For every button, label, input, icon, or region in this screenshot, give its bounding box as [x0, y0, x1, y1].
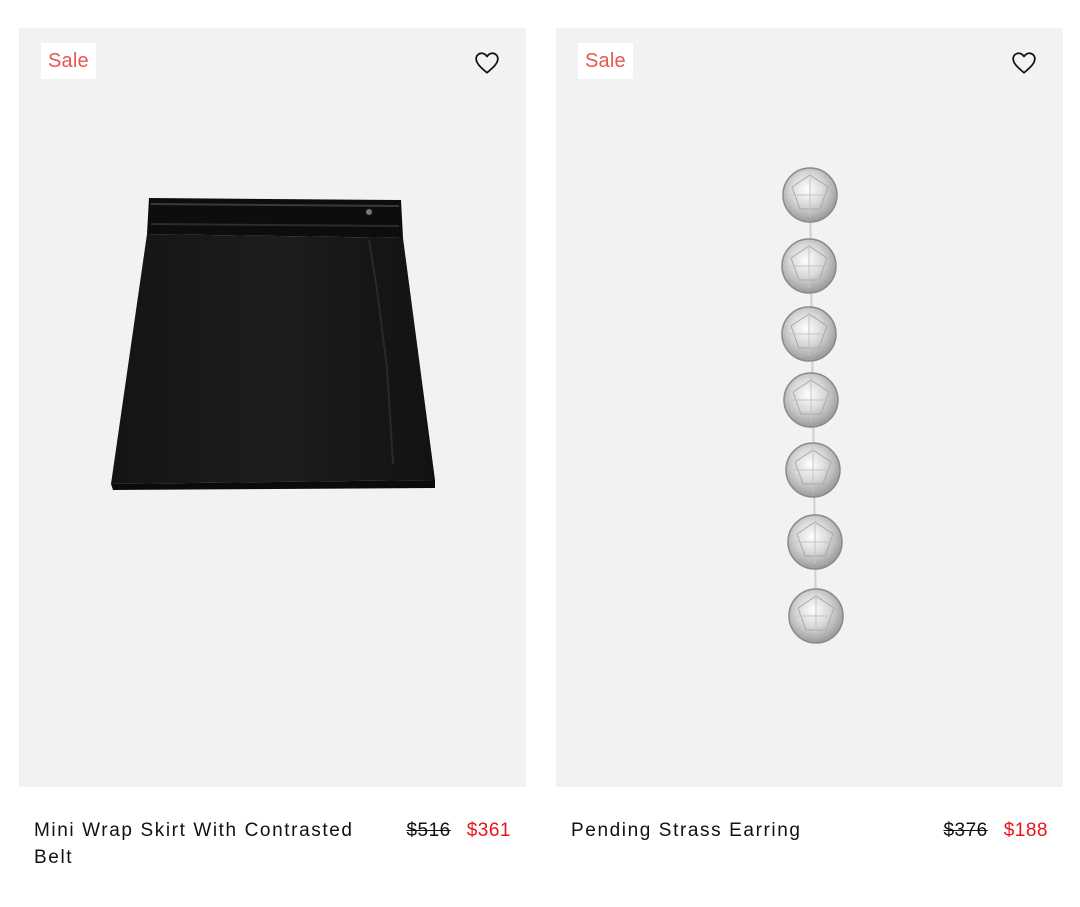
product-card-earring[interactable]: Sale Pending Strass Earring $376 $188	[556, 28, 1063, 841]
product-name[interactable]: Mini Wrap Skirt With Contrasted Belt	[34, 817, 384, 871]
product-info: Mini Wrap Skirt With Contrasted Belt $51…	[34, 817, 511, 907]
product-image-container[interactable]: Sale	[19, 28, 526, 787]
gem-stones	[781, 167, 844, 644]
sale-badge: Sale	[578, 43, 633, 79]
price-group: $516 $361	[406, 817, 511, 844]
product-card-skirt[interactable]: Sale Mini Wrap Skirt With Contrasted Bel…	[19, 28, 526, 868]
original-price: $376	[943, 820, 988, 841]
product-grid: Sale Mini Wrap Skirt With Contrasted Bel…	[0, 0, 1080, 905]
heart-outline-icon[interactable]	[472, 48, 502, 78]
heart-outline-icon[interactable]	[1009, 48, 1039, 78]
original-price: $516	[406, 820, 451, 841]
skirt-image[interactable]	[19, 28, 526, 787]
product-info: Pending Strass Earring $376 $188	[571, 817, 1048, 907]
product-image-container[interactable]: Sale	[556, 28, 1063, 787]
sale-badge: Sale	[41, 43, 96, 79]
product-name[interactable]: Pending Strass Earring	[571, 817, 802, 844]
sale-price: $361	[466, 820, 511, 841]
earring-image[interactable]	[556, 28, 1063, 787]
sale-price: $188	[1003, 820, 1048, 841]
price-group: $376 $188	[943, 817, 1048, 844]
